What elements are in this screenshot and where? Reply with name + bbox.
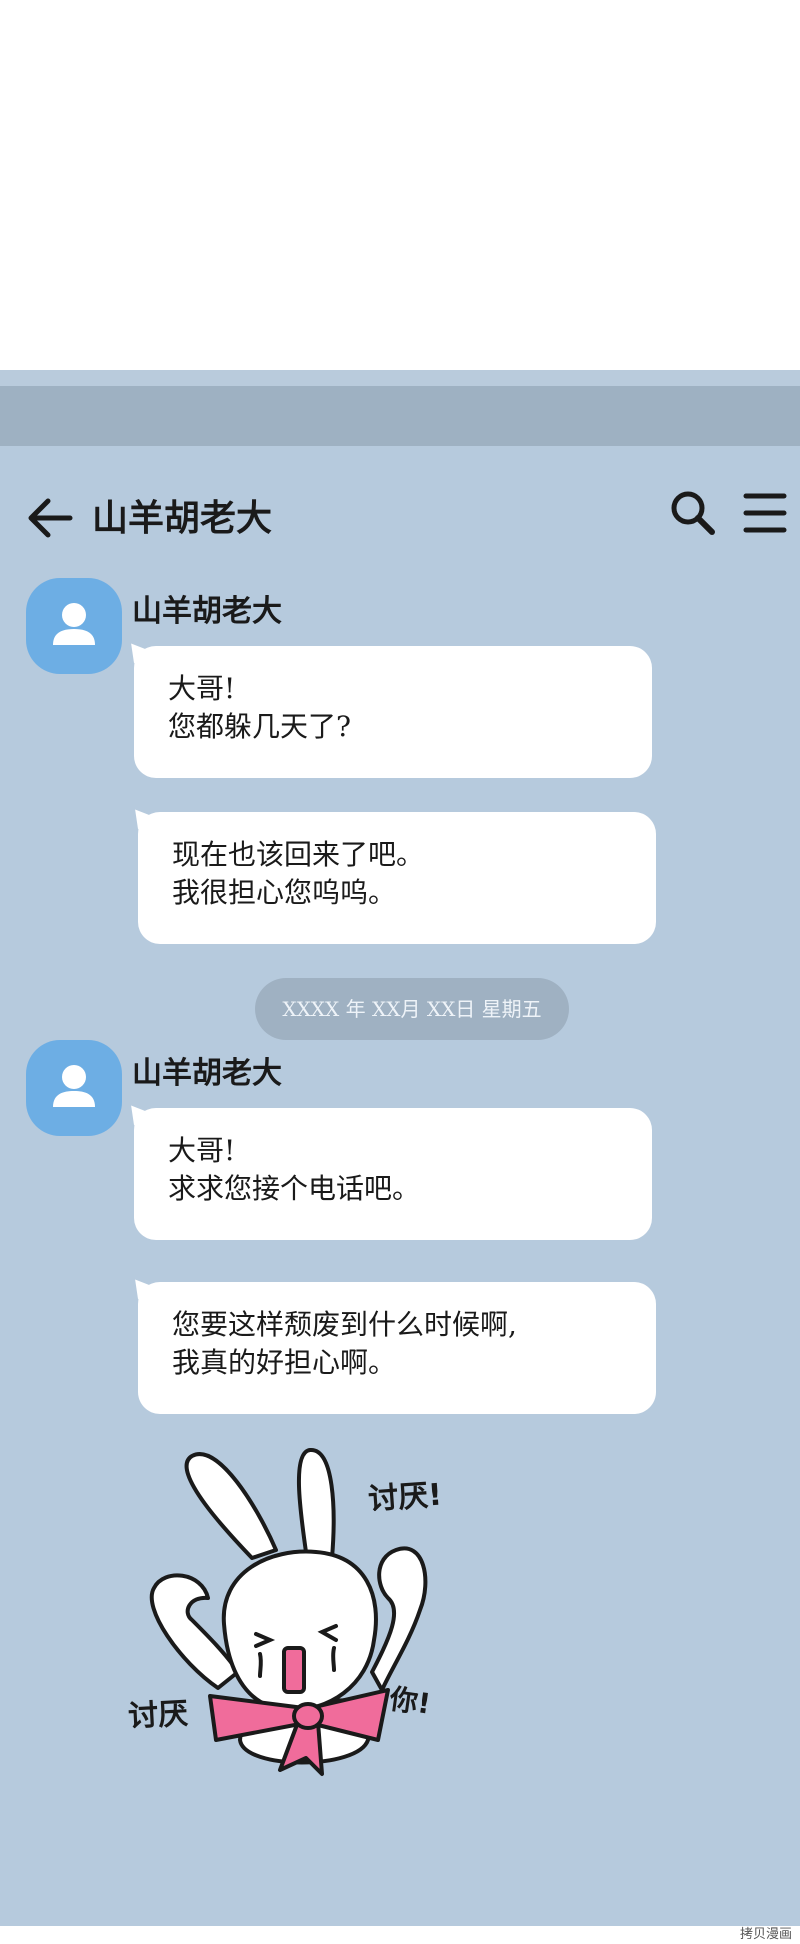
- watermark: 拷贝漫画: [739, 1927, 792, 1942]
- bottom-strip: [0, 1926, 800, 1944]
- arrow-left-icon: [28, 498, 73, 538]
- sticker-text: 讨厌: [127, 1696, 190, 1735]
- message-bubble[interactable]: 大哥! 求求您接个电话吧。: [134, 1108, 652, 1240]
- message-line: 我很担心您呜呜。: [172, 876, 397, 909]
- menu-button[interactable]: [742, 488, 788, 538]
- chat-header: 山羊胡老大: [0, 488, 800, 548]
- message-line: 大哥!: [168, 672, 236, 705]
- message-line: 您要这样颓废到什么时候啊,: [172, 1308, 517, 1341]
- user-silhouette-icon: [53, 1065, 95, 1107]
- sender-name: 山羊胡老大: [132, 1056, 282, 1091]
- search-icon: [671, 491, 715, 535]
- rabbit-sticker[interactable]: 讨厌! 讨厌 你!: [120, 1440, 480, 1780]
- user-silhouette-icon: [53, 603, 95, 645]
- message-line: 求求您接个电话吧。: [168, 1172, 421, 1205]
- message-bubble[interactable]: 大哥! 您都躲几天了?: [134, 646, 652, 778]
- chat-title: 山羊胡老大: [92, 497, 273, 539]
- contact-avatar[interactable]: [26, 1040, 122, 1136]
- message-line: 大哥!: [168, 1134, 236, 1167]
- message-bubble[interactable]: 现在也该回来了吧。 我很担心您呜呜。: [138, 812, 656, 944]
- sticker-text: 讨厌!: [367, 1477, 444, 1518]
- back-button[interactable]: [26, 496, 76, 540]
- hamburger-menu-icon: [743, 493, 787, 533]
- sticker-text: 你!: [387, 1682, 433, 1721]
- date-separator: XXXX 年 XX月 XX日 星期五: [255, 978, 569, 1040]
- sender-name: 山羊胡老大: [132, 594, 282, 629]
- search-button[interactable]: [668, 488, 718, 538]
- message-line: 您都躲几天了?: [168, 710, 352, 743]
- message-line: 现在也该回来了吧。: [172, 838, 425, 871]
- message-line: 我真的好担心啊。: [172, 1346, 397, 1379]
- contact-avatar[interactable]: [26, 578, 122, 674]
- status-bar: [0, 386, 800, 446]
- message-bubble[interactable]: 您要这样颓废到什么时候啊, 我真的好担心啊。: [138, 1282, 656, 1414]
